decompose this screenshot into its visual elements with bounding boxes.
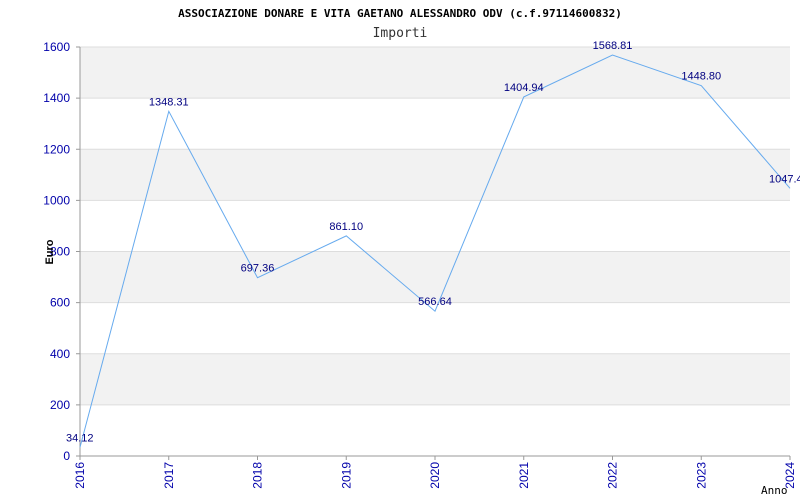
data-label: 34.12: [66, 432, 94, 444]
x-tick-label: 2017: [162, 462, 176, 489]
data-label: 1047.4: [769, 173, 800, 185]
x-tick-label: 2022: [606, 462, 620, 489]
data-label: 566.64: [418, 296, 452, 308]
y-axis-label: Euro: [44, 239, 56, 264]
data-label: 1404.94: [504, 82, 544, 94]
y-tick-label: 200: [50, 398, 70, 412]
chart-title: ASSOCIAZIONE DONARE E VITA GAETANO ALESS…: [178, 7, 622, 20]
y-tick-label: 1200: [43, 142, 70, 156]
x-tick-labels: 2016 2017 2018 2019 2020 2021 2022 2023 2024: [73, 456, 797, 489]
x-tick-label: 2021: [517, 462, 531, 489]
chart: 02004006008001000120014001600 2016 2017 20…: [43, 7, 800, 497]
y-tick-label: 1000: [43, 193, 70, 207]
x-tick-label: 2023: [694, 462, 708, 489]
data-label: 1348.31: [149, 96, 189, 108]
y-tick-label: 1600: [43, 40, 70, 54]
chart-subtitle: Importi: [373, 26, 428, 41]
data-label: 1448.80: [681, 71, 721, 83]
y-tick-label: 1400: [43, 91, 70, 105]
x-tick-label: 2020: [428, 462, 442, 489]
x-axis-label: Anno: [761, 484, 788, 497]
grid-band: [80, 251, 790, 303]
x-tick-label: 2018: [251, 462, 265, 489]
data-label: 1568.81: [593, 40, 633, 52]
x-tick-label: 2019: [339, 462, 353, 489]
data-label: 697.36: [241, 263, 275, 275]
y-tick-label: 600: [50, 296, 70, 310]
y-tick-label: 400: [50, 347, 70, 361]
grid-band: [80, 149, 790, 201]
grid-band: [80, 353, 790, 405]
y-tick-label: 0: [63, 449, 70, 463]
x-tick-label: 2016: [73, 462, 87, 489]
data-label: 861.10: [329, 221, 363, 233]
